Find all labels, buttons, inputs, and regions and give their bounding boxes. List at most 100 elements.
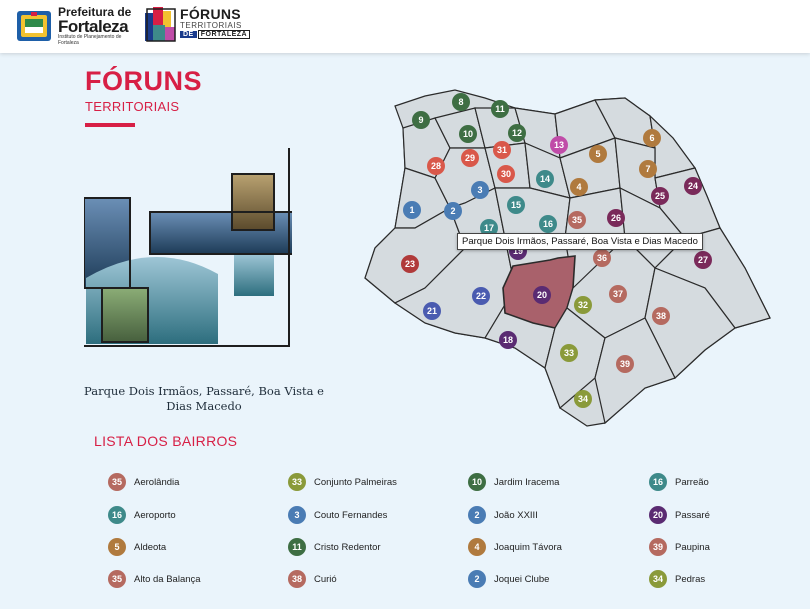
map-marker[interactable]: 11 — [491, 100, 509, 118]
map-marker[interactable]: 13 — [550, 136, 568, 154]
map-marker[interactable]: 18 — [499, 331, 517, 349]
map-marker[interactable]: 24 — [684, 177, 702, 195]
map-marker[interactable]: 31 — [493, 141, 511, 159]
foruns-logo[interactable]: FÓRUNS TERRITORIAIS DE FORTALEZA — [143, 5, 253, 47]
map-marker-number: 8 — [458, 97, 463, 107]
map-marker[interactable]: 20 — [533, 286, 551, 304]
map-marker[interactable]: 29 — [461, 149, 479, 167]
map-marker[interactable]: 22 — [472, 287, 490, 305]
map-marker-number: 26 — [611, 213, 621, 223]
map-marker-number: 15 — [511, 200, 521, 210]
bairro-territory-badge: 35 — [108, 473, 126, 491]
map-marker[interactable]: 23 — [401, 255, 419, 273]
map-marker-number: 16 — [543, 219, 553, 229]
map-marker-number: 18 — [503, 335, 513, 345]
bairro-territory-badge: 10 — [468, 473, 486, 491]
map-marker-number: 31 — [497, 145, 507, 155]
bairro-name: Couto Fernandes — [314, 509, 388, 521]
bairro-territory-badge: 5 — [108, 538, 126, 556]
map-marker[interactable]: 36 — [593, 249, 611, 267]
map-marker[interactable]: 16 — [539, 215, 557, 233]
bairro-item[interactable]: 2 João XXIII — [468, 506, 538, 524]
map-marker[interactable]: 12 — [508, 124, 526, 142]
bairro-item[interactable]: 35 Aerolândia — [108, 473, 179, 491]
map-marker-number: 14 — [540, 174, 550, 184]
bairro-item[interactable]: 38 Curió — [288, 570, 337, 588]
map-marker-number: 36 — [597, 253, 607, 263]
map-marker[interactable]: 4 — [570, 178, 588, 196]
map-marker[interactable]: 14 — [536, 170, 554, 188]
bairro-item[interactable]: 10 Jardim Iracema — [468, 473, 559, 491]
territories-map[interactable]: 811910 12136528293130 144725243151 217 16 35 2… — [355, 88, 780, 433]
bairro-name: Joaquim Távora — [494, 541, 562, 553]
map-marker-number: 33 — [564, 348, 574, 358]
bairro-territory-badge: 38 — [288, 570, 306, 588]
bairro-name: Aldeota — [134, 541, 167, 553]
map-marker[interactable]: 39 — [616, 355, 634, 373]
bairro-item[interactable]: 11 Cristo Redentor — [288, 538, 381, 556]
bairro-territory-badge: 16 — [108, 506, 126, 524]
bairro-name: Alto da Balança — [134, 573, 201, 585]
bairro-territory-badge: 20 — [649, 506, 667, 524]
map-marker[interactable]: 35 — [568, 211, 586, 229]
bairro-item[interactable]: 16 Parreão — [649, 473, 709, 491]
map-marker-number: 3 — [477, 185, 482, 195]
prefeitura-logo[interactable]: Prefeitura de Fortaleza Instituto de Pla… — [14, 6, 131, 46]
map-marker[interactable]: 25 — [651, 187, 669, 205]
map-marker-number: 5 — [595, 149, 600, 159]
map-marker-number: 32 — [578, 300, 588, 310]
map-marker[interactable]: 7 — [639, 160, 657, 178]
map-marker[interactable]: 27 — [694, 251, 712, 269]
map-marker[interactable]: 26 — [607, 209, 625, 227]
map-marker[interactable]: 3 — [471, 181, 489, 199]
map-marker-number: 38 — [656, 311, 666, 321]
bairro-territory-badge: 11 — [288, 538, 306, 556]
map-marker[interactable]: 30 — [497, 165, 515, 183]
bairro-territory-badge: 34 — [649, 570, 667, 588]
map-marker[interactable]: 9 — [412, 111, 430, 129]
bairro-item[interactable]: 3 Couto Fernandes — [288, 506, 387, 524]
bairro-item[interactable]: 20 Passaré — [649, 506, 710, 524]
bairro-item[interactable]: 34 Pedras — [649, 570, 705, 588]
map-marker[interactable]: 5 — [589, 145, 607, 163]
bairro-name: Conjunto Palmeiras — [314, 476, 397, 488]
map-marker[interactable]: 32 — [574, 296, 592, 314]
map-marker-number: 13 — [554, 140, 564, 150]
bairro-name: Paupina — [675, 541, 710, 553]
bairro-item[interactable]: 35 Alto da Balança — [108, 570, 201, 588]
map-marker-number: 28 — [431, 161, 441, 171]
bairro-territory-badge: 39 — [649, 538, 667, 556]
foruns-logo-title: FÓRUNS — [180, 6, 241, 22]
map-marker[interactable]: 21 — [423, 302, 441, 320]
map-marker[interactable]: 6 — [643, 129, 661, 147]
map-marker-number: 34 — [578, 394, 588, 404]
bairro-item[interactable]: 4 Joaquim Távora — [468, 538, 562, 556]
map-region[interactable] — [494, 187, 571, 239]
bairro-item[interactable]: 2 Joquei Clube — [468, 570, 549, 588]
title-underline — [85, 123, 135, 127]
map-marker[interactable]: 28 — [427, 157, 445, 175]
map-marker[interactable]: 1 — [403, 201, 421, 219]
map-marker-number: 24 — [688, 181, 698, 191]
map-marker[interactable]: 15 — [507, 196, 525, 214]
page-title: FÓRUNS — [85, 66, 202, 96]
bairro-territory-badge: 3 — [288, 506, 306, 524]
bairro-item[interactable]: 5 Aldeota — [108, 538, 166, 556]
map-marker[interactable]: 33 — [560, 344, 578, 362]
bairro-territory-badge: 33 — [288, 473, 306, 491]
bairro-item[interactable]: 16 Aeroporto — [108, 506, 176, 524]
bairro-item[interactable]: 33 Conjunto Palmeiras — [288, 473, 397, 491]
map-tooltip: Parque Dois Irmãos, Passaré, Boa Vista e… — [457, 233, 703, 250]
bairro-name: Aerolândia — [134, 476, 180, 488]
bairro-name: Aeroporto — [134, 509, 176, 521]
map-marker-number: 21 — [427, 306, 437, 316]
site-header: Prefeitura de Fortaleza Instituto de Pla… — [0, 0, 810, 53]
map-marker[interactable]: 8 — [452, 93, 470, 111]
map-marker[interactable]: 34 — [574, 390, 592, 408]
map-marker[interactable]: 38 — [652, 307, 670, 325]
map-marker[interactable]: 10 — [459, 125, 477, 143]
bairro-item[interactable]: 39 Paupina — [649, 538, 710, 556]
bairro-name: Curió — [314, 573, 337, 585]
map-marker[interactable]: 37 — [609, 285, 627, 303]
map-marker[interactable]: 2 — [444, 202, 462, 220]
